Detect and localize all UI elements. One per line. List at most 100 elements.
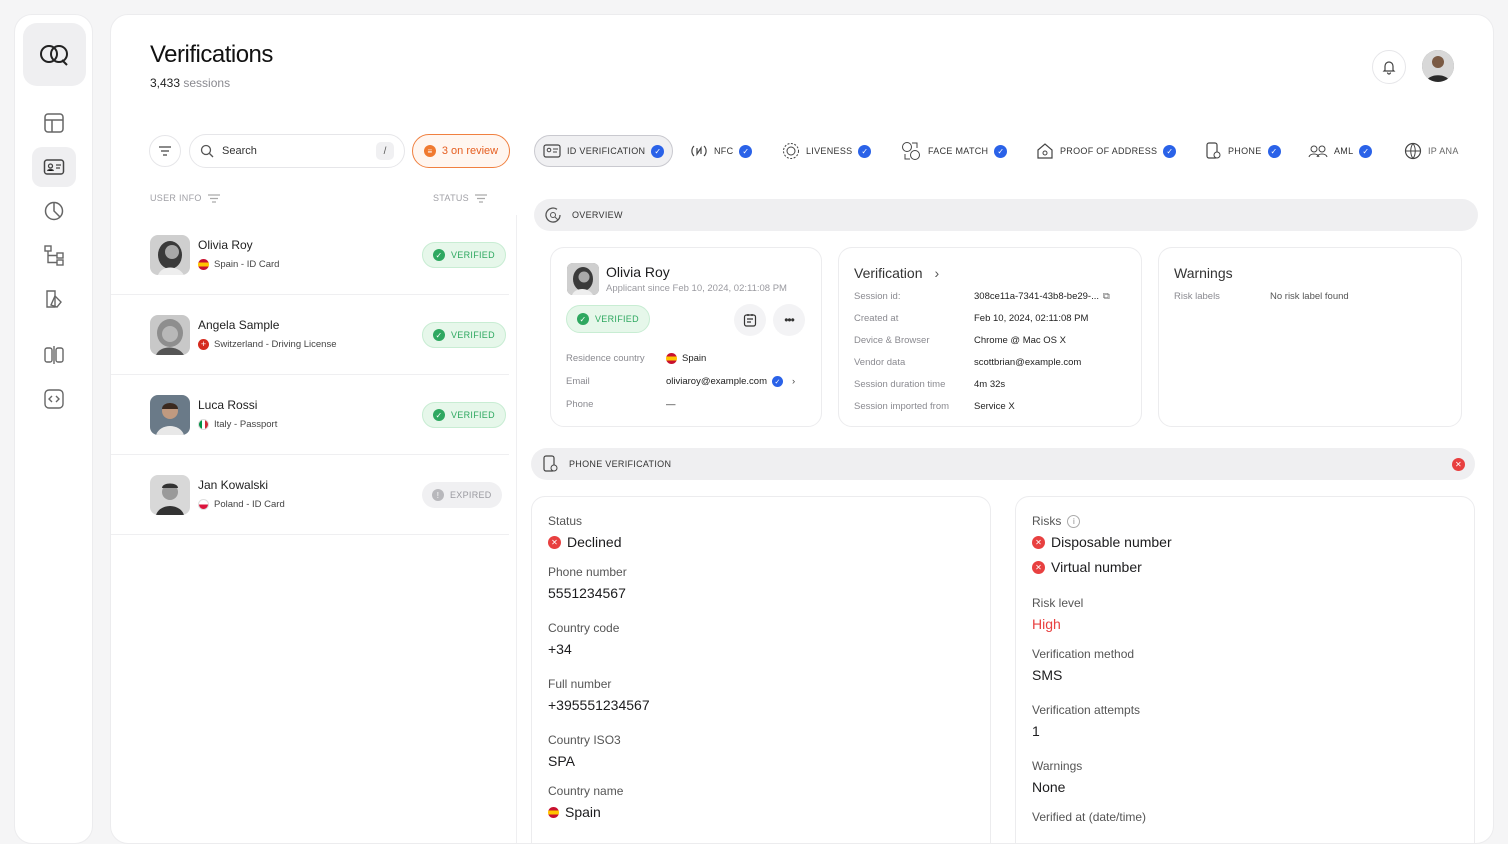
- status-field: Status ✕ Declined: [548, 514, 621, 550]
- workflow-icon: [44, 245, 64, 266]
- field-label: Verified at (date/time): [1032, 810, 1147, 824]
- field-value: Spain: [548, 804, 623, 820]
- status-label: VERIFIED: [595, 314, 639, 324]
- liveness-icon: [783, 143, 799, 159]
- tab-phone[interactable]: PHONE ✓: [1204, 135, 1281, 167]
- list-item[interactable]: Jan Kowalski Poland - ID Card ! EXPIRED: [111, 455, 509, 535]
- residence-value: Spain: [666, 353, 706, 364]
- phone-verification-header[interactable]: PHONE VERIFICATION ✕: [531, 448, 1475, 480]
- verification-title-text: Verification: [854, 265, 923, 281]
- applicant-name: Luca Rossi: [198, 398, 258, 412]
- notes-icon: [743, 314, 757, 327]
- verification-tabs: ID VERIFICATION ✓ NFC ✓ LIVENESS ✓ FACE MAT…: [534, 135, 1464, 167]
- tab-liveness[interactable]: LIVENESS ✓: [782, 135, 872, 167]
- search-box[interactable]: /: [189, 134, 405, 168]
- sessions-label: sessions: [183, 76, 231, 90]
- copy-icon[interactable]: ⧉: [1103, 291, 1110, 302]
- nav-developers[interactable]: [32, 379, 76, 419]
- country-code-field: Country code +34: [548, 621, 619, 657]
- nav-verifications[interactable]: [32, 147, 76, 187]
- verification-card: Verification › Session id: 308ce11a-7341-4…: [838, 247, 1142, 427]
- check-icon: ✓: [433, 249, 445, 261]
- sessions-number: 3,433: [150, 76, 181, 90]
- tab-proof-of-address[interactable]: PROOF OF ADDRESS ✓: [1036, 135, 1177, 167]
- field-label: Risk level: [1032, 596, 1084, 610]
- nav-workflows[interactable]: [32, 235, 76, 275]
- col-user-info[interactable]: USER INFO: [150, 193, 220, 203]
- on-review-button[interactable]: ≡ 3 on review: [412, 134, 510, 168]
- check-icon: ✓: [1267, 144, 1281, 158]
- verification-title[interactable]: Verification ›: [854, 265, 939, 281]
- user-avatar[interactable]: [1422, 50, 1454, 82]
- review-icon: ≡: [423, 145, 436, 157]
- nfc-icon: [691, 145, 707, 157]
- notes-button[interactable]: [734, 304, 766, 336]
- logo[interactable]: [23, 23, 86, 86]
- status-label: VERIFIED: [451, 330, 495, 340]
- col-status[interactable]: STATUS: [433, 193, 487, 203]
- kv-value: Chrome @ Mac OS X: [974, 335, 1066, 346]
- check-icon: ✓: [1163, 144, 1177, 158]
- tab-face-match[interactable]: FACE MATCH ✓: [900, 135, 1008, 167]
- list-item[interactable]: Luca Rossi Italy - Passport ✓ VERIFIED: [111, 375, 509, 455]
- logo-icon: [39, 44, 68, 66]
- col-user-label: USER INFO: [150, 193, 202, 203]
- field-label: Country code: [548, 621, 620, 635]
- id-card-icon: [43, 159, 65, 175]
- warnings-card: Warnings Risk labels No risk label found: [1158, 247, 1462, 427]
- field-value: 1: [1032, 723, 1040, 739]
- kv-value: Service X: [974, 401, 1015, 412]
- filter-button[interactable]: [149, 135, 181, 167]
- list-item[interactable]: Angela Sample + Switzerland - Driving Lic…: [111, 295, 509, 375]
- kv-label: Session imported from: [854, 401, 950, 412]
- overview-section-header[interactable]: OVERVIEW: [534, 199, 1478, 231]
- applicant-doc: Italy - Passport: [198, 419, 277, 430]
- phone-details-card: Status ✕ Declined Phone number 5551234567 C…: [531, 496, 991, 843]
- phone-verification-title: PHONE VERIFICATION: [541, 455, 671, 473]
- id-card-icon: [543, 144, 561, 158]
- notifications-button[interactable]: [1372, 50, 1406, 84]
- nav-compare[interactable]: [32, 335, 76, 375]
- kv-label: Session id:: [854, 291, 901, 302]
- nav-analytics[interactable]: [32, 191, 76, 231]
- applicant-photo: [150, 475, 190, 515]
- nav-dashboard[interactable]: [32, 103, 76, 143]
- field-label: Full number: [548, 677, 612, 691]
- avatar-image: [1422, 50, 1454, 82]
- search-input[interactable]: [222, 145, 368, 157]
- status-badge: ✓ VERIFIED: [422, 402, 506, 428]
- check-icon: ✓: [858, 144, 872, 158]
- info-icon[interactable]: i: [1067, 514, 1081, 528]
- email-value[interactable]: oliviaroy@example.com ✓ ›: [666, 376, 795, 387]
- tab-id-verification[interactable]: ID VERIFICATION ✓: [534, 135, 674, 167]
- italy-flag-icon: [198, 419, 209, 430]
- status-label: EXPIRED: [450, 490, 492, 500]
- email-label: Email: [566, 376, 590, 387]
- info-icon: !: [432, 489, 444, 501]
- tab-nfc[interactable]: NFC ✓: [690, 135, 753, 167]
- nav-documents[interactable]: [32, 279, 76, 319]
- spain-flag-icon: [666, 353, 677, 364]
- list-item[interactable]: Olivia Roy Spain - ID Card ✓ VERIFIED: [111, 215, 509, 295]
- check-icon: ✓: [994, 144, 1008, 158]
- split-view-icon: [44, 346, 64, 364]
- tab-ip-analysis[interactable]: IP ANA: [1404, 135, 1459, 167]
- sessions-count: 3,433 sessions: [150, 76, 230, 90]
- field-value: High: [1032, 616, 1061, 632]
- applicant-photo: [567, 263, 599, 295]
- applicant-name: Olivia Roy: [198, 238, 253, 252]
- email-text: oliviaroy@example.com: [666, 376, 767, 387]
- kv-label: Risk labels: [1174, 291, 1220, 302]
- globe-icon: [1404, 142, 1422, 160]
- risk-level-field: Risk level High: [1032, 596, 1083, 632]
- session-id-text: 308ce11a-7341-43b8-be29-...: [974, 291, 1100, 302]
- page-title: Verifications: [150, 41, 273, 68]
- sessions-list: Olivia Roy Spain - ID Card ✓ VERIFIED Ang…: [111, 215, 517, 843]
- residence-text: Spain: [682, 353, 707, 364]
- status-label: VERIFIED: [451, 250, 495, 260]
- kv-value: 308ce11a-7341-43b8-be29-... ⧉: [974, 291, 1110, 302]
- more-button[interactable]: •••: [773, 304, 805, 336]
- field-label: Country ISO3: [548, 733, 621, 747]
- tab-aml[interactable]: AML ✓: [1308, 135, 1373, 167]
- tab-label: PROOF OF ADDRESS: [1060, 146, 1158, 156]
